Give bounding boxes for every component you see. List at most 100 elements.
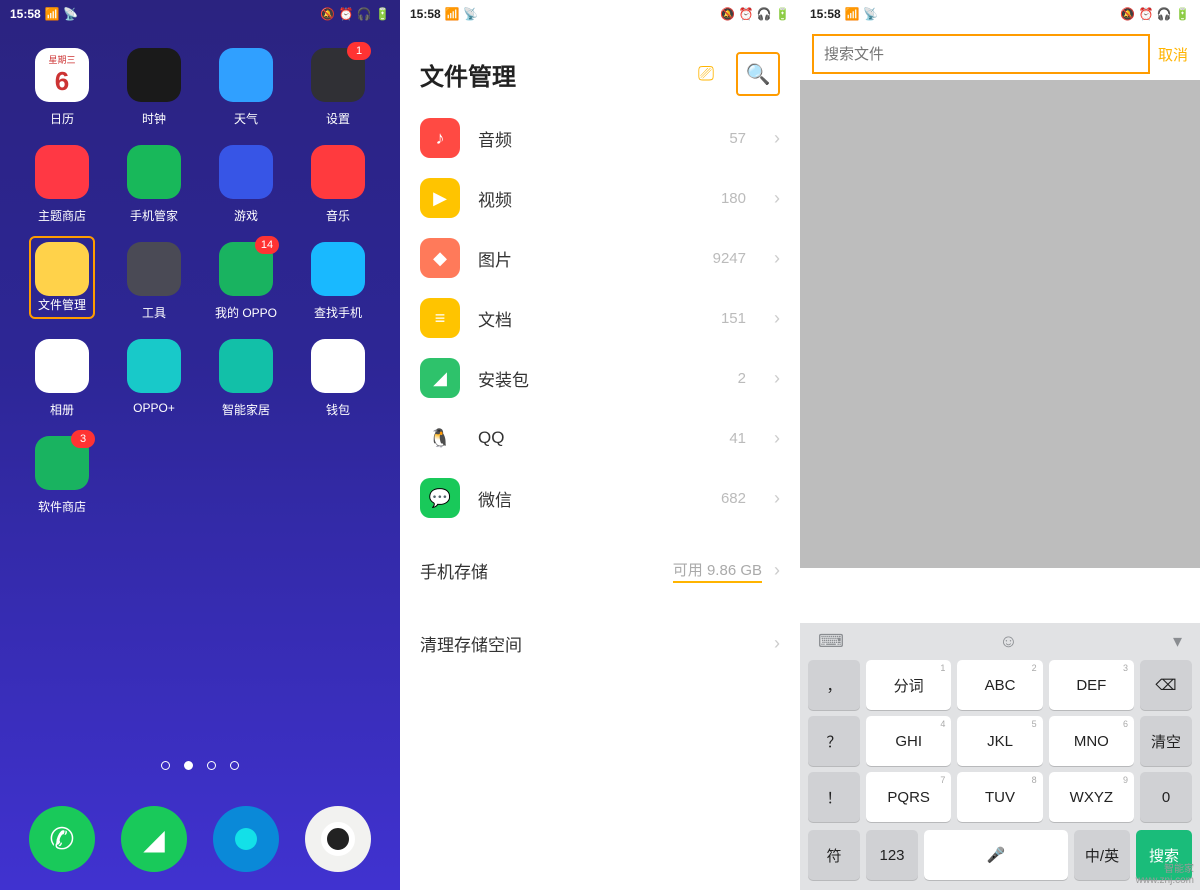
chevron-right-icon: › (774, 488, 780, 509)
status-bar: 15:58📶 📡 🔕 ⏰ 🎧 🔋 (800, 0, 1200, 28)
category-图片[interactable]: ◆图片9247› (400, 228, 800, 288)
key-side[interactable]: ⌫ (1140, 660, 1192, 710)
emoji-icon[interactable]: ☺ (999, 631, 1017, 652)
app-钱包[interactable]: 钱包 (292, 339, 384, 418)
app-icon: 星期三6 (35, 48, 89, 102)
app-icon (35, 242, 89, 296)
app-相册[interactable]: 相册 (16, 339, 108, 418)
key-GHI[interactable]: 4GHI (866, 716, 951, 766)
chevron-right-icon: › (774, 368, 780, 389)
category-icon: ≡ (420, 298, 460, 338)
chevron-right-icon: › (774, 428, 780, 449)
dock-phone[interactable]: ✆ (29, 806, 95, 872)
collapse-keyboard-icon[interactable]: ▾ (1173, 631, 1182, 652)
key-MNO[interactable]: 6MNO (1049, 716, 1134, 766)
app-icon (311, 242, 365, 296)
app-查找手机[interactable]: 查找手机 (292, 242, 384, 321)
badge: 1 (347, 42, 371, 60)
key-side[interactable]: 0 (1140, 772, 1192, 822)
app-游戏[interactable]: 游戏 (200, 145, 292, 224)
app-label: 软件商店 (38, 498, 86, 515)
results-area (800, 80, 1200, 568)
key-符[interactable]: 符 (808, 830, 860, 880)
key-side[interactable]: ！ (808, 772, 860, 822)
app-工具[interactable]: 工具 (108, 242, 200, 321)
key-side[interactable]: ， (808, 660, 860, 710)
app-软件商店[interactable]: 3软件商店 (16, 436, 108, 515)
category-文档[interactable]: ≡文档151› (400, 288, 800, 348)
app-icon (311, 339, 365, 393)
search-input[interactable] (814, 36, 1148, 72)
app-icon (127, 48, 181, 102)
dock-camera[interactable] (305, 806, 371, 872)
app-icon (219, 48, 273, 102)
category-name: 微信 (478, 486, 703, 511)
app-主题商店[interactable]: 主题商店 (16, 145, 108, 224)
app-文件管理[interactable]: 文件管理 (16, 242, 108, 321)
app-我的 OPPO[interactable]: 14我的 OPPO (200, 242, 292, 321)
category-QQ[interactable]: 🐧QQ41› (400, 408, 800, 468)
home-screen: 15:58📶 📡 🔕 ⏰ 🎧 🔋 星期三6日历时钟 天气 1设置主题商店手机管家 游戏… (0, 0, 400, 890)
watermark: 智能家www.znj.com (1136, 864, 1194, 886)
app-手机管家[interactable]: 手机管家 (108, 145, 200, 224)
file-manager-screen: 15:58📶 📡 🔕 ⏰ 🎧 🔋 文件管理 ⎚ 🔍 ♪音频57›▶视频180›◆… (400, 0, 800, 890)
clean-storage-row[interactable]: 清理存储空间 › (400, 613, 800, 674)
category-icon: 💬 (420, 478, 460, 518)
page-indicator[interactable] (0, 761, 400, 770)
app-icon (127, 242, 181, 296)
key-🎤[interactable]: 🎤 (924, 830, 1068, 880)
app-label: 钱包 (326, 401, 350, 418)
key-side[interactable]: ？ (808, 716, 860, 766)
dock-browser[interactable] (213, 806, 279, 872)
app-icon (311, 145, 365, 199)
category-视频[interactable]: ▶视频180› (400, 168, 800, 228)
app-icon: 1 (311, 48, 365, 102)
app-设置[interactable]: 1设置 (292, 48, 384, 127)
key-side[interactable]: 清空 (1140, 716, 1192, 766)
key-DEF[interactable]: 3DEF (1049, 660, 1134, 710)
key-中/英[interactable]: 中/英 (1074, 830, 1130, 880)
app-音乐[interactable]: 音乐 (292, 145, 384, 224)
chevron-right-icon: › (774, 308, 780, 329)
key-TUV[interactable]: 8TUV (957, 772, 1042, 822)
app-label: 相册 (50, 401, 74, 418)
key-JKL[interactable]: 5JKL (957, 716, 1042, 766)
category-微信[interactable]: 💬微信682› (400, 468, 800, 528)
category-name: 安装包 (478, 366, 720, 391)
storage-row[interactable]: 手机存储 可用 9.86 GB › (400, 540, 800, 601)
app-icon (219, 145, 273, 199)
app-label: 天气 (234, 110, 258, 127)
chevron-right-icon: › (774, 560, 780, 581)
key-123[interactable]: 123 (866, 830, 918, 880)
search-screen: 15:58📶 📡 🔕 ⏰ 🎧 🔋 取消 ⌨ ☺ ▾ ，1分词2ABC3DEF⌫ ？… (800, 0, 1200, 890)
app-label: 手机管家 (130, 207, 178, 224)
key-ABC[interactable]: 2ABC (957, 660, 1042, 710)
category-count: 2 (738, 370, 746, 387)
key-WXYZ[interactable]: 9WXYZ (1049, 772, 1134, 822)
keyboard-switch-icon[interactable]: ⌨ (818, 631, 844, 652)
app-label: 时钟 (142, 110, 166, 127)
category-安装包[interactable]: ◢安装包2› (400, 348, 800, 408)
status-bar: 15:58📶 📡 🔕 ⏰ 🎧 🔋 (400, 0, 800, 28)
app-label: 我的 OPPO (215, 304, 277, 321)
key-分词[interactable]: 1分词 (866, 660, 951, 710)
search-button[interactable]: 🔍 (736, 52, 780, 96)
app-时钟[interactable]: 时钟 (108, 48, 200, 127)
key-PQRS[interactable]: 7PQRS (866, 772, 951, 822)
app-天气[interactable]: 天气 (200, 48, 292, 127)
app-智能家居[interactable]: 智能家居 (200, 339, 292, 418)
cancel-button[interactable]: 取消 (1158, 44, 1188, 65)
keyboard: ⌨ ☺ ▾ ，1分词2ABC3DEF⌫ ？4GHI5JKL6MNO清空 ！7PQRS… (800, 623, 1200, 890)
dock-messages[interactable]: ◢ (121, 806, 187, 872)
category-count: 151 (721, 310, 746, 327)
app-日历[interactable]: 星期三6日历 (16, 48, 108, 127)
chevron-right-icon: › (774, 188, 780, 209)
app-label: 工具 (142, 304, 166, 321)
status-bar: 15:58📶 📡 🔕 ⏰ 🎧 🔋 (0, 0, 400, 28)
category-音频[interactable]: ♪音频57› (400, 108, 800, 168)
page-title: 文件管理 (420, 57, 516, 92)
remote-icon[interactable]: ⎚ (686, 54, 726, 94)
category-icon: ◆ (420, 238, 460, 278)
app-label: OPPO+ (133, 401, 175, 415)
app-OPPO+[interactable]: OPPO+ (108, 339, 200, 418)
